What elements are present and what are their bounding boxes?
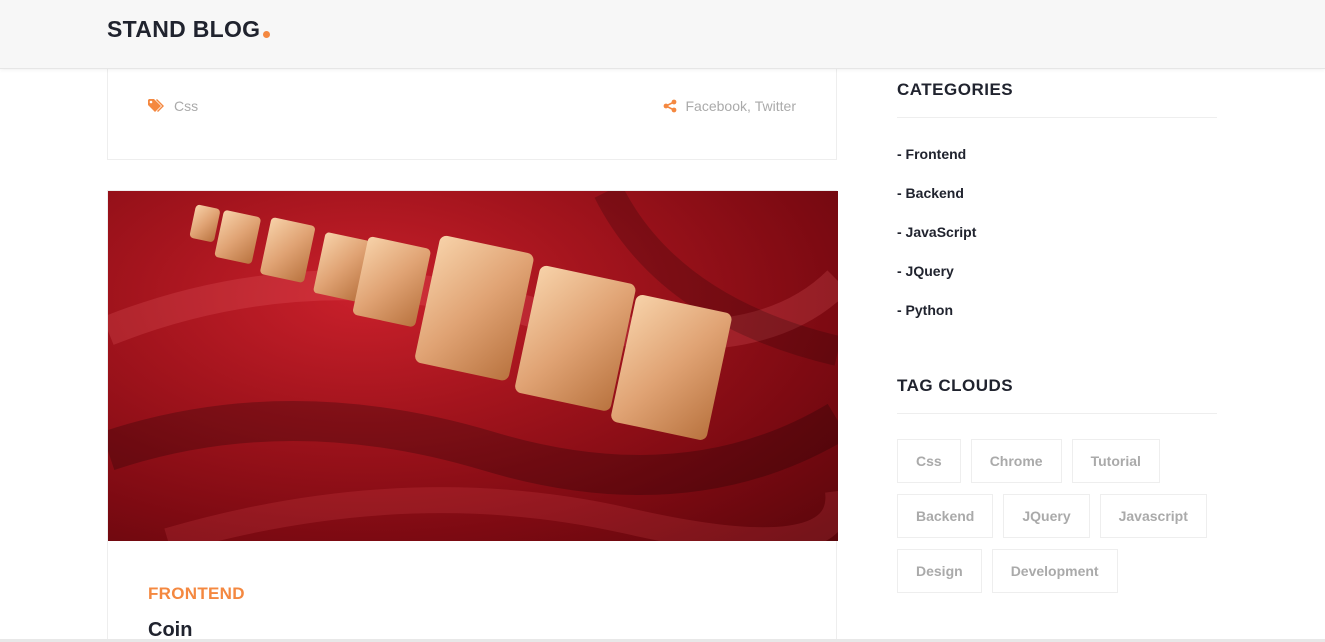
post-tags: Css xyxy=(148,98,198,114)
tag-link-css[interactable]: Css xyxy=(174,98,198,114)
site-logo[interactable]: STAND BLOG xyxy=(107,16,271,43)
share-link-twitter[interactable]: Twitter xyxy=(755,98,796,114)
post-category[interactable]: FRONTEND xyxy=(148,584,245,604)
tag-clouds-heading: TAG CLOUDS xyxy=(897,376,1217,414)
share-link-facebook[interactable]: Facebook xyxy=(686,98,747,114)
category-jquery[interactable]: - JQuery xyxy=(897,255,1217,294)
tags-icon xyxy=(148,99,164,112)
post-share: Facebook, Twitter xyxy=(663,98,796,114)
category-frontend[interactable]: - Frontend xyxy=(897,138,1217,177)
sidebar: CATEGORIES - Frontend - Backend - JavaSc… xyxy=(897,80,1217,604)
tag-javascript[interactable]: Javascript xyxy=(1099,494,1207,538)
logo-dot xyxy=(263,31,271,38)
logo-text[interactable]: STAND BLOG xyxy=(107,16,260,43)
tag-development[interactable]: Development xyxy=(991,549,1118,593)
tag-design[interactable]: Design xyxy=(897,549,982,593)
tag-tutorial[interactable]: Tutorial xyxy=(1071,439,1160,483)
site-header: STAND BLOG xyxy=(0,0,1325,69)
share-separator: , xyxy=(746,98,751,114)
blog-post-card: FRONTEND Coin xyxy=(107,190,838,642)
category-python[interactable]: - Python xyxy=(897,294,1217,333)
share-icon xyxy=(663,99,676,113)
tag-cloud: Css Chrome Tutorial Backend JQuery Javas… xyxy=(897,439,1227,604)
post-image[interactable] xyxy=(108,191,838,541)
gold-bars-illustration xyxy=(108,191,838,541)
categories-list: - Frontend - Backend - JavaScript - JQue… xyxy=(897,138,1217,333)
tag-css[interactable]: Css xyxy=(897,439,961,483)
categories-heading: CATEGORIES xyxy=(897,80,1217,118)
tag-backend[interactable]: Backend xyxy=(897,494,994,538)
category-backend[interactable]: - Backend xyxy=(897,177,1217,216)
tag-chrome[interactable]: Chrome xyxy=(970,439,1062,483)
category-javascript[interactable]: - JavaScript xyxy=(897,216,1217,255)
tag-jquery[interactable]: JQuery xyxy=(1003,494,1090,538)
